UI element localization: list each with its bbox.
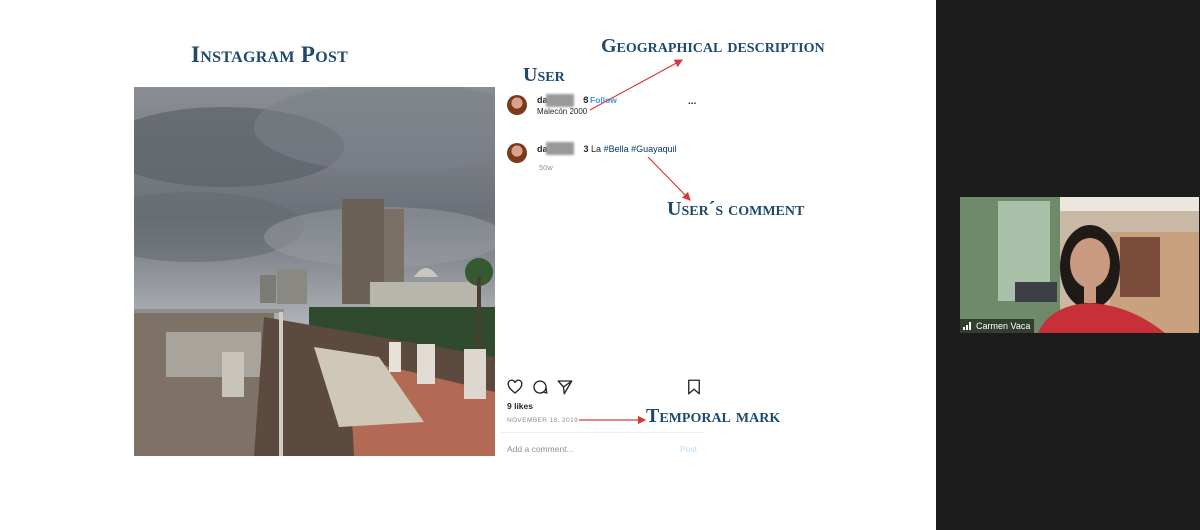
divider [500,432,705,433]
comment-text: La [591,144,602,154]
location-link[interactable]: Malecón 2000 [537,107,587,116]
likes-count[interactable]: 9 likes [507,401,533,411]
commenter-avatar[interactable] [507,143,527,163]
bookmark-icon[interactable] [685,378,703,396]
participant-video-tile[interactable]: Carmen Vaca [960,197,1199,333]
share-icon[interactable] [556,378,574,396]
post-comment-button[interactable]: Post [680,444,697,454]
post-photo [134,87,495,456]
add-comment-input[interactable]: Add a comment... [507,444,574,454]
comment-icon[interactable] [531,378,549,396]
label-users-comment: User´s comment [667,198,805,220]
label-user: User [523,64,565,86]
signal-icon [963,322,971,330]
comment-age: 50w [539,163,553,172]
more-options-button[interactable]: ... [688,96,696,107]
comment-username-redaction [546,142,574,155]
heart-icon[interactable] [506,378,524,396]
participant-video [960,197,1199,333]
follow-separator: • [583,95,586,104]
label-temporal-mark: Temporal mark [646,405,781,427]
post-panel: da 3 • Follow Malecón 2000 ... da 3 La #Be… [500,87,705,457]
presentation-slide: Instagram Post da 3 • Follow Malecón 200… [0,0,936,530]
post-date: NOVEMBER 18, 2019 [507,417,579,424]
comment-username-end[interactable]: 3 [584,144,589,154]
user-avatar[interactable] [507,95,527,115]
slide-title: Instagram Post [191,42,349,67]
username-redaction [546,94,574,107]
comment-hashtags[interactable]: #Bella #Guayaquil [604,144,677,154]
follow-button[interactable]: Follow [590,95,617,105]
label-geographical-description: Geographical description [601,35,825,57]
